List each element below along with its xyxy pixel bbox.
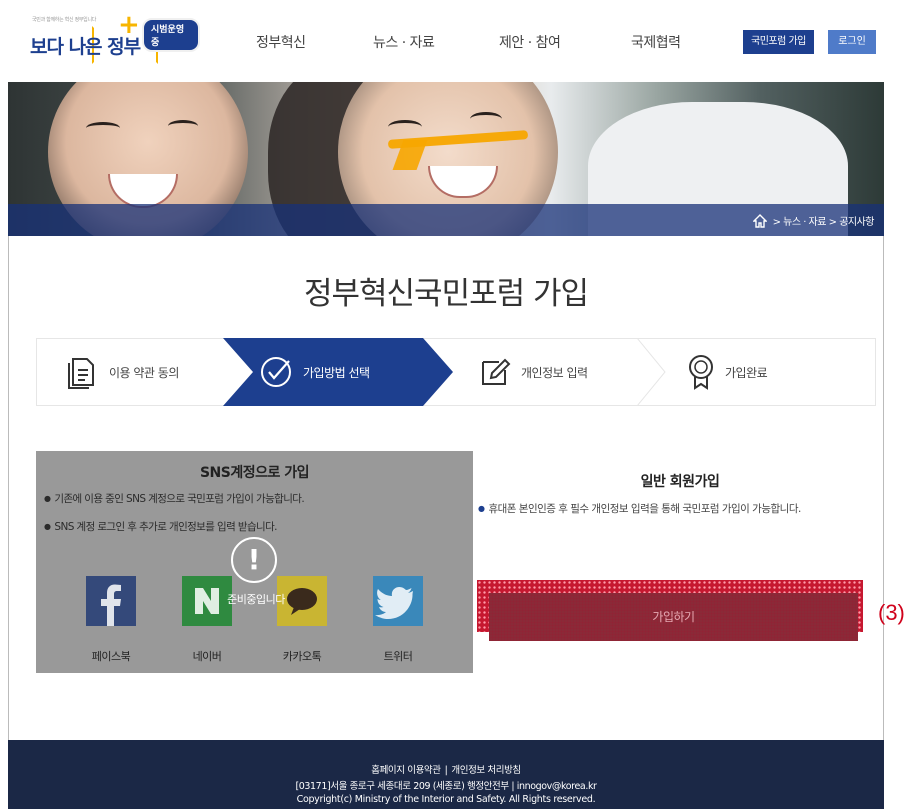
- nav-item-international[interactable]: 국제협력: [631, 32, 681, 52]
- award-icon: [689, 355, 713, 390]
- general-signup-description: 휴대폰 본인인증 후 필수 개인정보 입력을 통해 국민포럼 가입이 가능합니다…: [478, 500, 863, 519]
- logo-plus-icon: +: [118, 10, 140, 40]
- hero-eye: [86, 122, 120, 134]
- step-label: 가입완료: [725, 365, 768, 380]
- step-info: 개인정보 입력: [479, 339, 588, 405]
- hero-eye: [470, 112, 502, 126]
- terms-link[interactable]: 홈페이지 이용약관: [371, 765, 441, 776]
- document-icon: [68, 358, 94, 389]
- footer-links: 홈페이지 이용약관 | 개인정보 처리방침: [8, 762, 884, 776]
- site-logo[interactable]: 국민과 함께하는 혁신 정부입니다 보다 나은 정부 + 시범운영중: [30, 10, 200, 66]
- check-circle-icon: [261, 357, 291, 387]
- pencil-icon: [482, 358, 511, 385]
- site-footer: 홈페이지 이용약관 | 개인정보 처리방침 [03171]서울 종로구 세종대로 2…: [8, 740, 884, 809]
- twitter-label: 트위터: [383, 650, 413, 663]
- nav-item-innovation[interactable]: 정부혁신: [256, 32, 306, 52]
- facebook-label: 페이스북: [91, 650, 131, 663]
- general-signup-title: 일반 회원가입: [640, 474, 720, 490]
- hero-banner: > 뉴스 · 자료 > 공지사항: [8, 82, 884, 236]
- nav-item-news[interactable]: 뉴스 · 자료: [373, 32, 435, 52]
- annotation-label: (3): [878, 600, 905, 625]
- join-button[interactable]: 가입하기: [489, 593, 858, 641]
- site-header: 국민과 함께하는 혁신 정부입니다 보다 나은 정부 + 시범운영중 정부혁신 …: [8, 0, 884, 82]
- logo-tagline: 국민과 함께하는 혁신 정부입니다: [32, 17, 97, 23]
- footer-address: [03171]서울 종로구 세종대로 209 (세종로) 행정안전부 | inn…: [295, 781, 597, 792]
- hero-eye: [168, 120, 198, 132]
- home-icon[interactable]: [752, 213, 767, 228]
- forum-join-button[interactable]: 국민포럼 가입: [743, 30, 814, 54]
- sns-title: SNS계정으로 가입: [199, 465, 310, 481]
- breadcrumb-path[interactable]: > 뉴스 · 자료 > 공지사항: [773, 213, 875, 228]
- login-button[interactable]: 로그인: [828, 30, 876, 54]
- privacy-link[interactable]: 개인정보 처리방침: [451, 765, 521, 776]
- preparing-notice: 준비중입니다: [227, 593, 285, 606]
- footer-separator: |: [444, 765, 448, 776]
- facebook-icon[interactable]: [86, 576, 136, 626]
- nav-item-proposal[interactable]: 제안 · 참여: [499, 32, 561, 52]
- signup-steps: 이용 약관 동의 가입방법 선택 개인정보 입력 가입완료: [36, 338, 876, 406]
- step-divider: [637, 338, 666, 406]
- exclamation-icon: !: [231, 537, 277, 583]
- step-terms: 이용 약관 동의: [67, 339, 179, 405]
- step-complete: 가입완료: [687, 339, 768, 405]
- breadcrumb-bar: > 뉴스 · 자료 > 공지사항: [8, 204, 884, 236]
- join-button-label: 가입하기: [652, 610, 695, 624]
- sns-signup-panel: SNS계정으로 가입 기존에 이용 중인 SNS 계정으로 국민포럼 가입이 가…: [36, 451, 473, 673]
- page-title: 정부혁신국민포럼 가입: [303, 276, 589, 312]
- naver-label: 네이버: [192, 650, 222, 663]
- sns-note: 기존에 이용 중인 SNS 계정으로 국민포럼 가입이 가능합니다.: [44, 491, 304, 506]
- breadcrumb: > 뉴스 · 자료 > 공지사항: [752, 213, 875, 228]
- footer-copyright: Copyright(c) Ministry of the Interior an…: [296, 794, 596, 805]
- step-label: 개인정보 입력: [521, 365, 588, 380]
- sns-note: SNS 계정 로그인 후 추가로 개인정보를 입력 받습니다.: [44, 519, 277, 534]
- step-label: 이용 약관 동의: [109, 365, 179, 380]
- step-label: 가입방법 선택: [303, 365, 370, 380]
- logo-badge: 시범운영중: [142, 18, 200, 52]
- step-method: 가입방법 선택: [259, 339, 370, 405]
- hero-eye: [388, 120, 422, 134]
- twitter-icon[interactable]: [373, 576, 423, 626]
- kakaotalk-label: 카카오톡: [282, 650, 322, 663]
